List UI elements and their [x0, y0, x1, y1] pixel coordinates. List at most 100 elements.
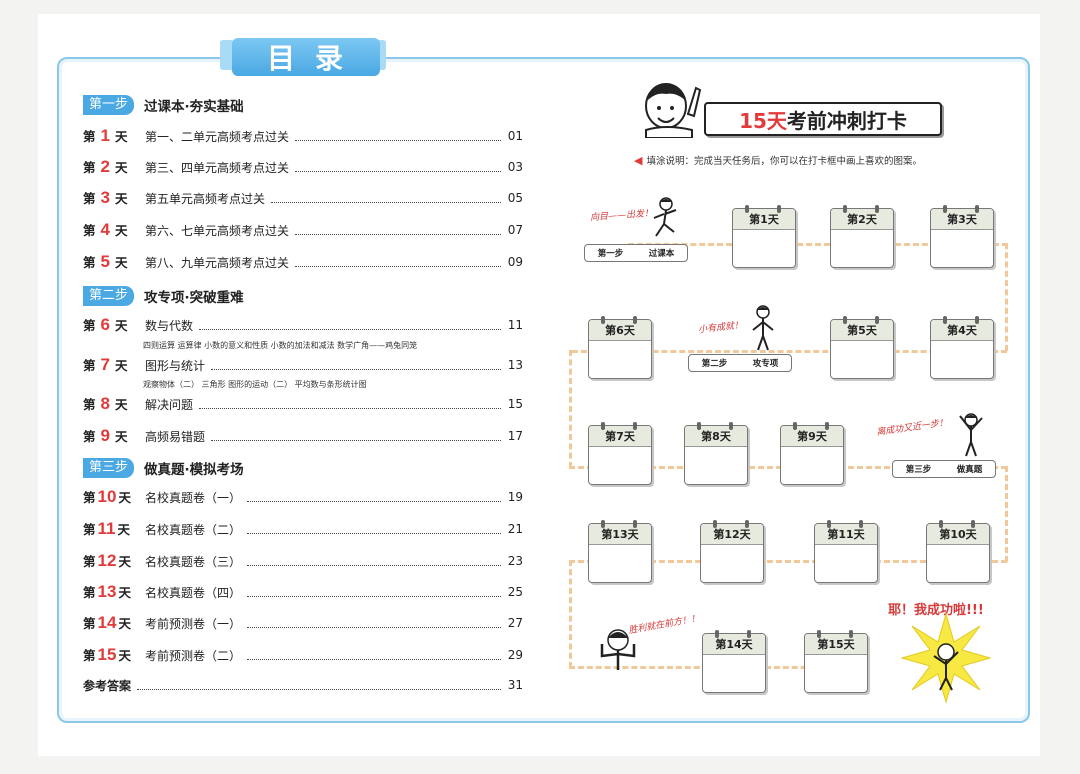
day-label: 第5天 [83, 252, 145, 272]
toc-row-day-13[interactable]: 第 13 天名校真题卷（四） 25 [83, 581, 523, 603]
toc-row-day-15[interactable]: 第 15 天考前预测卷（二） 29 [83, 644, 523, 666]
section-title: 攻专项·突破重难 [144, 290, 244, 306]
binder-ring [817, 630, 821, 638]
toc-row-day-1[interactable]: 第 1 天第一、二单元高频考点过关 01 [83, 125, 523, 147]
celebration-burst-figure [900, 612, 992, 704]
checkin-box-day-8[interactable]: 第8天 [684, 422, 748, 485]
entry-title: 图形与统计 [145, 358, 206, 373]
day-prefix: 第 [83, 318, 96, 333]
dot-leader [295, 163, 501, 172]
speaker-icon: ◀ [634, 153, 643, 167]
dot-leader [247, 557, 501, 566]
dot-leader [199, 321, 501, 330]
binder-ring [849, 630, 853, 638]
checkin-box-day-9[interactable]: 第9天 [780, 422, 844, 485]
toc-row-day-6[interactable]: 第 6 天数与代数 11 [83, 314, 523, 336]
toc-row-day-4[interactable]: 第 4 天第六、七单元高频考点过关 07 [83, 219, 523, 241]
binder-ring [875, 205, 879, 213]
day-suffix: 天 [117, 522, 131, 537]
checkin-box-day-2[interactable]: 第2天 [830, 205, 894, 268]
checkin-box-label: 第6天 [589, 320, 651, 341]
toc-row-day-9[interactable]: 第 9 天高频易错题 17 [83, 425, 523, 447]
binder-ring [843, 205, 847, 213]
step-tag-step: 第二步 [701, 359, 728, 369]
toc-row-day-8[interactable]: 第 8 天解决问题 15 [83, 393, 523, 415]
binder-ring [747, 630, 751, 638]
toc-row-day-12[interactable]: 第 12 天名校真题卷（三） 23 [83, 550, 523, 572]
toc-row-day-11[interactable]: 第 11 天名校真题卷（二） 21 [83, 518, 523, 540]
checkin-box-label: 第14天 [703, 634, 765, 655]
binder-ring [745, 520, 749, 528]
checkin-box-day-10[interactable]: 第10天 [926, 520, 990, 583]
checkin-box-day-5[interactable]: 第5天 [830, 316, 894, 379]
day-suffix: 天 [114, 429, 128, 444]
day-number: 7 [100, 355, 110, 374]
entry-title: 名校真题卷（一） [145, 490, 242, 505]
checkin-box-day-6[interactable]: 第6天 [588, 316, 652, 379]
day-label: 第2天 [83, 157, 145, 177]
checkin-box-label: 第10天 [927, 524, 989, 545]
page-number: 21 [507, 522, 523, 536]
binder-ring [975, 205, 979, 213]
day-label: 第7天 [83, 355, 145, 375]
day-label: 第6天 [83, 315, 145, 335]
binder-ring [859, 520, 863, 528]
checkin-box-label: 第7天 [589, 426, 651, 447]
running-boy-figure [653, 197, 677, 237]
checkin-box-label: 第8天 [685, 426, 747, 447]
entry-title: 第八、九单元高频考点过关 [145, 255, 290, 270]
day-number: 9 [100, 426, 110, 445]
section-header-2: 第二步 攻专项·突破重难 [83, 286, 244, 306]
entry-title: 数与代数 [145, 318, 194, 333]
checkin-box-day-3[interactable]: 第3天 [930, 205, 994, 268]
toc-row-day-2[interactable]: 第 2 天第三、四单元高频考点过关 03 [83, 156, 523, 178]
boy-pointing-figure [645, 83, 702, 138]
step-tag-name: 过课本 [648, 249, 675, 259]
dot-leader [295, 226, 501, 235]
page-number: 19 [507, 490, 523, 504]
toc-row-answers[interactable]: 参考答案 31 [83, 674, 523, 696]
step-tag-1: 第一步 过课本 [584, 244, 688, 262]
checkin-box-label: 第4天 [931, 320, 993, 341]
toc-row-day-7[interactable]: 第 7 天图形与统计 13 [83, 354, 523, 376]
day-suffix: 天 [114, 160, 128, 175]
checkin-box-day-12[interactable]: 第12天 [700, 520, 764, 583]
answers-title: 参考答案 [83, 678, 132, 693]
entry-title: 高频易错题 [145, 429, 206, 444]
binder-ring [633, 520, 637, 528]
day-prefix: 第 [83, 490, 96, 505]
toc-row-day-3[interactable]: 第 3 天第五单元高频考点过关 05 [83, 187, 523, 209]
checkin-title-rest: 考前冲刺打卡 [786, 108, 907, 133]
checkin-box-day-7[interactable]: 第7天 [588, 422, 652, 485]
day-prefix: 第 [83, 191, 96, 206]
dot-leader [211, 432, 501, 441]
entry-title: 考前预测卷（一） [145, 616, 242, 631]
day-number: 13 [97, 582, 117, 601]
binder-ring [697, 422, 701, 430]
checkin-box-day-13[interactable]: 第13天 [588, 520, 652, 583]
checkin-box-label: 第11天 [815, 524, 877, 545]
checkin-box-label: 第12天 [701, 524, 763, 545]
checkin-box-day-11[interactable]: 第11天 [814, 520, 878, 583]
page-number: 05 [507, 191, 523, 205]
checkin-box-day-14[interactable]: 第14天 [702, 630, 766, 693]
checkin-box-day-15[interactable]: 第15天 [804, 630, 868, 693]
binder-ring [793, 422, 797, 430]
topic-list-day7: 观察物体（二） 三角形 图形的运动（二） 平均数与条形统计图 [143, 380, 367, 389]
instruction-text: 填涂说明：完成当天任务后，你可以在打卡框中画上喜欢的图案。 [646, 156, 922, 167]
day-suffix: 天 [114, 191, 128, 206]
checkin-box-day-4[interactable]: 第4天 [930, 316, 994, 379]
day-number: 11 [97, 519, 116, 538]
dot-leader [295, 132, 501, 141]
checkin-box-day-1[interactable]: 第1天 [732, 205, 796, 268]
binder-ring [971, 520, 975, 528]
toc-row-day-10[interactable]: 第 10 天名校真题卷（一） 19 [83, 486, 523, 508]
step-tag-name: 攻专项 [752, 359, 779, 369]
toc-row-day-5[interactable]: 第 5 天第八、九单元高频考点过关 09 [83, 251, 523, 273]
day-number: 12 [97, 551, 117, 570]
day-label: 第8天 [83, 394, 145, 414]
checkin-box-label: 第9天 [781, 426, 843, 447]
toc-row-day-14[interactable]: 第 14 天考前预测卷（一） 27 [83, 612, 523, 634]
binder-ring [827, 520, 831, 528]
page-number: 15 [507, 397, 523, 411]
